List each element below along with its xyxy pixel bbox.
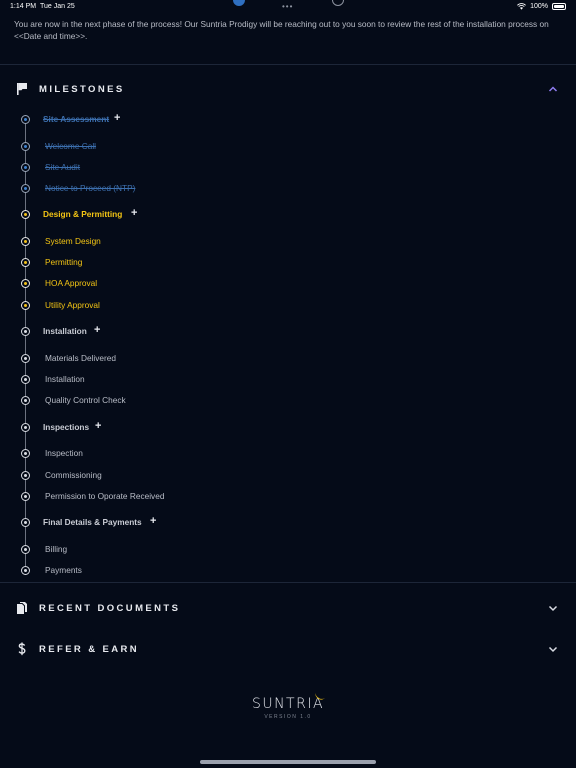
- milestone-item-label: Utility Approval: [45, 300, 100, 310]
- chevron-up-icon[interactable]: [547, 83, 559, 95]
- chevron-down-icon[interactable]: [547, 643, 559, 655]
- home-indicator[interactable]: [200, 760, 376, 764]
- footer-logo: SUNTRIA VERSION 1.0: [0, 693, 576, 720]
- status-date: Tue Jan 25: [40, 3, 75, 10]
- milestone-item-label: Installation: [45, 374, 85, 384]
- expand-plus-icon[interactable]: +: [150, 515, 156, 527]
- status-dot-icon: [21, 237, 30, 246]
- milestone-group-label: Inspections: [43, 422, 90, 432]
- status-dot-icon: [21, 301, 30, 310]
- milestone-group-design-permitting[interactable]: Design & Permitting +: [0, 207, 400, 222]
- milestone-item: Welcome Call: [0, 140, 400, 154]
- milestone-item: Materials Delivered: [0, 352, 400, 366]
- milestone-item-label: Payments: [45, 565, 82, 575]
- divider: [0, 64, 576, 65]
- phase-message: You are now in the next phase of the pro…: [14, 19, 549, 41]
- expand-plus-icon[interactable]: +: [114, 112, 120, 124]
- tab-indicator-left-icon: [233, 0, 245, 6]
- milestone-group-label: Site Assessment: [43, 114, 110, 124]
- documents-icon: [17, 602, 27, 614]
- milestone-item: Installation: [0, 373, 400, 387]
- suntria-logo: SUNTRIA: [251, 696, 325, 712]
- milestone-item-label: HOA Approval: [45, 278, 98, 288]
- milestone-item: Payments: [0, 564, 400, 578]
- milestone-item: Billing: [0, 543, 400, 557]
- milestone-item-label: Notice to Proceed (NTP): [45, 183, 136, 193]
- status-time: 1:14 PM: [10, 3, 37, 10]
- milestone-item-label: System Design: [45, 236, 101, 246]
- divider: [0, 582, 576, 583]
- status-dot-icon: [21, 471, 30, 480]
- milestone-item: Permitting: [0, 256, 400, 270]
- milestone-group-final-details-payments[interactable]: Final Details & Payments +: [0, 515, 400, 530]
- milestone-item-label: Permission to Oporate Received: [45, 491, 165, 501]
- multitasking-dots[interactable]: •••: [282, 2, 293, 11]
- milestone-item: Utility Approval: [0, 299, 400, 313]
- status-dot-icon: [21, 423, 30, 432]
- status-dot-icon: [21, 518, 30, 527]
- milestone-item: Quality Control Check: [0, 394, 400, 408]
- status-dot-icon: [21, 545, 30, 554]
- refer-earn-header[interactable]: REFER & EARN: [0, 640, 576, 660]
- milestone-item: Permission to Oporate Received: [0, 490, 400, 504]
- status-dot-icon: [21, 354, 30, 363]
- milestone-item-label: Quality Control Check: [45, 395, 126, 405]
- status-dot-icon: [21, 279, 30, 288]
- milestone-item-label: Inspection: [45, 448, 83, 458]
- chevron-down-icon[interactable]: [547, 602, 559, 614]
- milestones-header[interactable]: MILESTONES: [0, 80, 576, 100]
- milestone-item: Inspection: [0, 447, 400, 461]
- recent-documents-header[interactable]: RECENT DOCUMENTS: [0, 599, 576, 619]
- milestone-item: Site Audit: [0, 161, 400, 175]
- milestone-item: HOA Approval: [0, 277, 400, 291]
- milestone-group-label: Final Details & Payments: [43, 517, 142, 527]
- flag-icon: [17, 83, 27, 95]
- dollar-icon: [18, 642, 26, 656]
- milestone-group-installation[interactable]: Installation +: [0, 324, 400, 339]
- milestone-item: System Design: [0, 235, 400, 249]
- status-dot-icon: [21, 142, 30, 151]
- refer-earn-title: REFER & EARN: [39, 644, 140, 655]
- status-dot-icon: [21, 327, 30, 336]
- status-dot-icon: [21, 375, 30, 384]
- status-dot-icon: [21, 449, 30, 458]
- milestone-item-label: Materials Delivered: [45, 353, 117, 363]
- page: 1:14 PM Tue Jan 25 ••• 100% You are now …: [0, 0, 576, 768]
- status-bar: 1:14 PM Tue Jan 25 ••• 100%: [0, 0, 576, 14]
- crescent-moon-icon: [315, 693, 325, 700]
- battery-icon: [552, 3, 566, 10]
- milestone-group-label: Design & Permitting: [43, 209, 123, 219]
- status-dot-icon: [21, 210, 30, 219]
- status-dot-icon: [21, 566, 30, 575]
- milestone-item: Commissioning: [0, 469, 400, 483]
- status-dot-icon: [21, 258, 30, 267]
- milestone-group-label: Installation: [43, 326, 87, 336]
- milestone-item-label: Welcome Call: [45, 141, 97, 151]
- recent-documents-title: RECENT DOCUMENTS: [39, 603, 181, 614]
- milestone-item-label: Permitting: [45, 257, 83, 267]
- status-dot-icon: [21, 163, 30, 172]
- status-dot-icon: [21, 115, 30, 124]
- expand-plus-icon[interactable]: +: [131, 207, 137, 219]
- battery-percent: 100%: [530, 3, 548, 10]
- milestone-group-inspections[interactable]: Inspections +: [0, 420, 400, 435]
- milestone-item-label: Billing: [45, 544, 68, 554]
- expand-plus-icon[interactable]: +: [95, 420, 101, 432]
- version-label: VERSION 1.0: [264, 714, 312, 720]
- status-dot-icon: [21, 492, 30, 501]
- milestone-item-label: Site Audit: [45, 162, 81, 172]
- milestone-item-label: Commissioning: [45, 470, 102, 480]
- wifi-icon: [517, 3, 527, 10]
- status-dot-icon: [21, 184, 30, 193]
- milestone-item: Notice to Proceed (NTP): [0, 182, 400, 196]
- status-dot-icon: [21, 396, 30, 405]
- milestones-title: MILESTONES: [39, 84, 125, 95]
- expand-plus-icon[interactable]: +: [94, 324, 100, 336]
- tab-indicator-right-icon: [332, 0, 344, 6]
- milestone-group-site-assessment[interactable]: Site Assessment +: [0, 112, 400, 127]
